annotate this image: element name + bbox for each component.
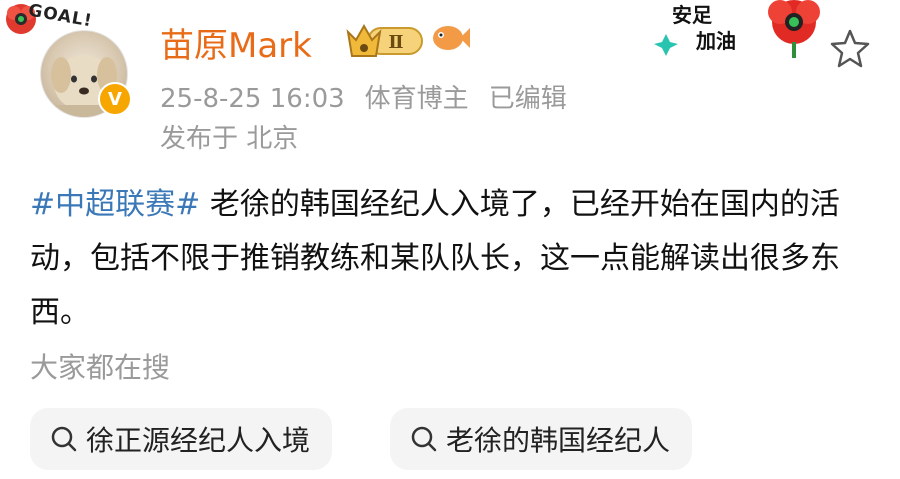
post-time: 25-8-25 16:03: [160, 84, 345, 114]
suggestion-label: 老徐的韩国经纪人: [446, 424, 671, 457]
sticker-line-2: 加油: [695, 29, 736, 53]
sticker-line-1: 安足: [672, 3, 713, 27]
suggestion-chip[interactable]: 徐正源经纪人入境: [30, 408, 333, 470]
hashtag-link[interactable]: #中超联赛#: [30, 187, 200, 222]
search-icon: [411, 426, 437, 452]
suggestion-label: 徐正源经纪人入境: [86, 424, 311, 457]
flower-icon: [768, 0, 820, 58]
suggestions-title: 大家都在搜: [30, 351, 171, 384]
suggestion-chip[interactable]: 老徐的韩国经纪人: [390, 408, 693, 470]
post-meta: 25-8-25 16:03 体育博主 已编辑: [160, 78, 587, 115]
username[interactable]: 苗原Mark: [160, 18, 312, 67]
verified-badge: V: [98, 82, 132, 116]
edited-label[interactable]: 已编辑: [489, 84, 567, 114]
search-icon: [51, 426, 77, 452]
author-tag: 体育博主: [364, 84, 469, 114]
vip-level: Ⅱ: [388, 32, 403, 53]
vip-crown-icon[interactable]: Ⅱ: [346, 20, 426, 64]
cheer-sticker: 安足 加油: [652, 0, 832, 64]
star-icon[interactable]: [830, 28, 870, 72]
fish-icon: [430, 22, 470, 58]
post-location: 发布于 北京: [160, 124, 299, 154]
post-text: #中超联赛# 老徐的韩国经纪人入境了，已经开始在国内的活动，包括不限于推销教练和…: [30, 178, 880, 340]
